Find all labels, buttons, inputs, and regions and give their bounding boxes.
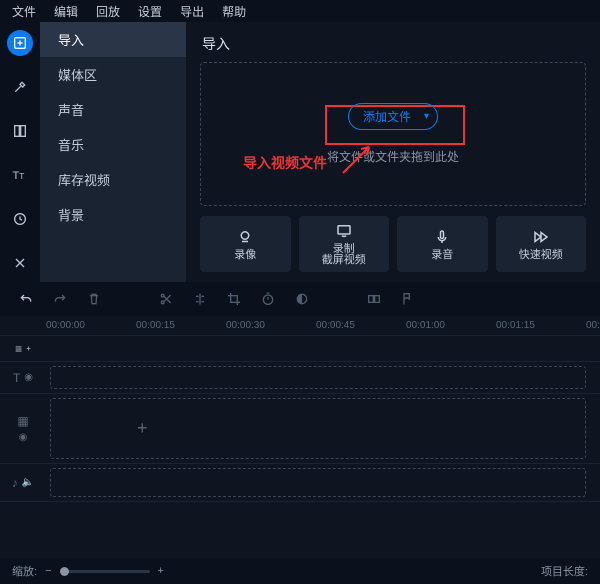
- zoom-slider[interactable]: [60, 570, 150, 573]
- main-panel: 导入 添加文件 ▾ 将文件或文件夹拖到此处 导入视频文件 录像 录制 截屏视频 …: [186, 22, 600, 282]
- annotation-arrow-icon: [339, 137, 379, 177]
- svg-text:T: T: [13, 170, 20, 182]
- annotation-text: 导入视频文件: [243, 153, 327, 173]
- side-item-background[interactable]: 背景: [40, 197, 186, 232]
- side-item-import[interactable]: 导入: [40, 22, 186, 57]
- crop-icon[interactable]: [226, 291, 242, 307]
- ruler-tick: 00:01:30: [586, 320, 600, 331]
- side-item-stock[interactable]: 库存视频: [40, 162, 186, 197]
- import-side-panel: 导入 媒体区 声音 音乐 库存视频 背景: [40, 22, 186, 282]
- eye-icon[interactable]: ◉: [24, 372, 33, 383]
- mic-icon: [433, 228, 451, 246]
- panel-title: 导入: [200, 30, 586, 62]
- card-mic[interactable]: 录音: [397, 216, 488, 272]
- track-slot[interactable]: [50, 468, 586, 497]
- track-slot-add[interactable]: +: [50, 398, 586, 459]
- side-item-sound[interactable]: 声音: [40, 92, 186, 127]
- statusbar: 缩放: − + 项目长度:: [0, 558, 600, 584]
- track-audio: ♪🔈: [0, 464, 600, 502]
- tools-tool-icon[interactable]: [7, 250, 33, 276]
- left-toolstrip: TT: [0, 22, 40, 282]
- ruler-tick: 00:00:45: [316, 320, 392, 331]
- card-screen-label: 录制 截屏视频: [322, 244, 366, 266]
- ruler-tick: 00:01:15: [496, 320, 572, 331]
- add-files-button[interactable]: 添加文件 ▾: [348, 103, 438, 130]
- split-icon[interactable]: [192, 291, 208, 307]
- card-fast-label: 快速视频: [519, 250, 563, 261]
- speaker-icon[interactable]: 🔈: [22, 477, 34, 488]
- undo-icon[interactable]: [18, 291, 34, 307]
- camera-icon: [236, 228, 254, 246]
- text-tool-icon[interactable]: TT: [7, 162, 33, 188]
- card-camera[interactable]: 录像: [200, 216, 291, 272]
- timeline-ruler[interactable]: 00:00:00 00:00:15 00:00:30 00:00:45 00:0…: [0, 316, 600, 336]
- audio-track-icon: ♪: [12, 476, 18, 490]
- menu-file[interactable]: 文件: [4, 1, 44, 22]
- split-tool-icon[interactable]: [7, 118, 33, 144]
- transition-icon[interactable]: [366, 291, 382, 307]
- timeline: 00:00:00 00:00:15 00:00:30 00:00:45 00:0…: [0, 316, 600, 502]
- project-length-label: 项目长度:: [541, 563, 588, 579]
- import-tool-icon[interactable]: [7, 30, 33, 56]
- effects-tool-icon[interactable]: [7, 74, 33, 100]
- dropzone[interactable]: 添加文件 ▾ 将文件或文件夹拖到此处 导入视频文件: [200, 62, 586, 206]
- menu-playback[interactable]: 回放: [88, 1, 128, 22]
- timeline-toolbar: [0, 282, 600, 316]
- card-mic-label: 录音: [431, 250, 453, 261]
- side-item-media[interactable]: 媒体区: [40, 57, 186, 92]
- marker-icon[interactable]: [400, 291, 416, 307]
- ruler-tick: 00:01:00: [406, 320, 482, 331]
- screen-icon: [335, 222, 353, 240]
- media-track-icon: ▦: [17, 414, 28, 428]
- card-camera-label: 录像: [234, 250, 256, 261]
- ruler-tick: 00:00:00: [46, 320, 122, 331]
- timer-icon[interactable]: [260, 291, 276, 307]
- menu-edit[interactable]: 编辑: [46, 1, 86, 22]
- add-track-icon[interactable]: ≡+: [0, 342, 46, 356]
- menu-help[interactable]: 帮助: [214, 1, 254, 22]
- side-item-music[interactable]: 音乐: [40, 127, 186, 162]
- svg-text:T: T: [19, 172, 24, 181]
- track-slot[interactable]: [50, 366, 586, 389]
- text-track-icon: T: [13, 371, 20, 385]
- ruler-tick: 00:00:15: [136, 320, 212, 331]
- track-add: ≡+: [0, 336, 600, 362]
- menubar: 文件 编辑 回放 设置 导出 帮助: [0, 0, 600, 22]
- menu-export[interactable]: 导出: [172, 1, 212, 22]
- menu-settings[interactable]: 设置: [130, 1, 170, 22]
- trash-icon[interactable]: [86, 291, 102, 307]
- zoom-out-icon[interactable]: −: [45, 565, 51, 577]
- eye-icon[interactable]: ◉: [19, 432, 28, 443]
- track-video: ▦ ◉ +: [0, 394, 600, 464]
- color-icon[interactable]: [294, 291, 310, 307]
- card-screen[interactable]: 录制 截屏视频: [299, 216, 390, 272]
- card-fast[interactable]: 快速视频: [496, 216, 587, 272]
- redo-icon[interactable]: [52, 291, 68, 307]
- fast-icon: [532, 228, 550, 246]
- clock-tool-icon[interactable]: [7, 206, 33, 232]
- ruler-tick: 00:00:30: [226, 320, 302, 331]
- cut-icon[interactable]: [158, 291, 174, 307]
- track-text: T◉: [0, 362, 600, 394]
- zoom-in-icon[interactable]: +: [158, 565, 164, 577]
- add-files-label: 添加文件: [363, 110, 411, 124]
- capture-cards: 录像 录制 截屏视频 录音 快速视频: [200, 216, 586, 272]
- chevron-down-icon[interactable]: ▾: [424, 111, 429, 122]
- zoom-label: 缩放:: [12, 563, 37, 579]
